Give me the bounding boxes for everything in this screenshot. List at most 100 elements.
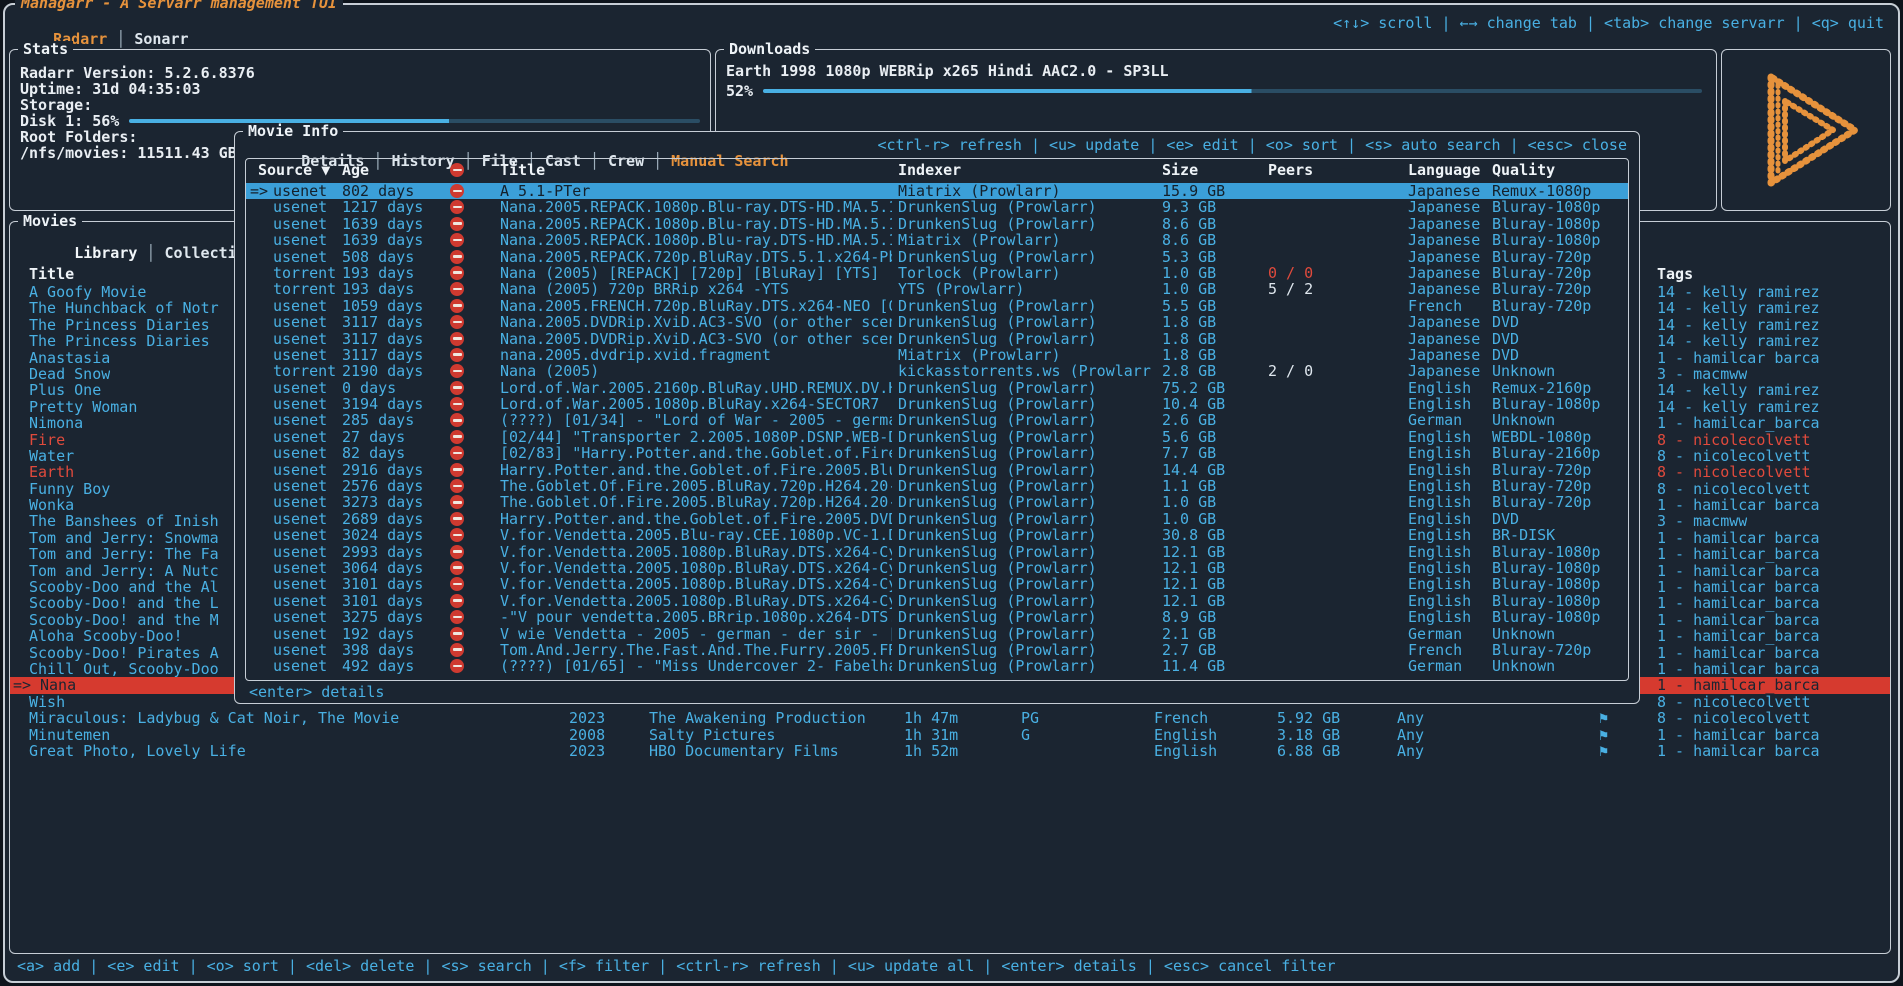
release-row[interactable]: usenet508 daysNana.2005.REPACK.720p.BluR… — [246, 249, 1628, 265]
release-row[interactable]: =>usenet802 daysA 5.1-PTerMiatrix (Prowl… — [246, 183, 1628, 199]
rejected-icon — [450, 495, 464, 509]
release-language: English — [1408, 527, 1471, 543]
release-row[interactable]: usenet192 daysV wie Vendetta - 2005 - ge… — [246, 626, 1628, 642]
column-title[interactable]: Title — [500, 162, 545, 178]
movie-title: Plus One — [29, 382, 101, 398]
release-row[interactable]: torrent193 daysNana (2005) [REPACK] [720… — [246, 265, 1628, 281]
column-indexer[interactable]: Indexer — [898, 162, 961, 178]
release-size: 5.3 GB — [1162, 249, 1216, 265]
column-quality[interactable]: Quality — [1492, 162, 1555, 178]
release-title: The.Goblet.Of.Fire.2005.BluRay.720p.H264… — [500, 478, 892, 494]
release-row[interactable]: usenet1639 daysNana.2005.REPACK.1080p.Bl… — [246, 232, 1628, 248]
release-row[interactable]: usenet1059 daysNana.2005.FRENCH.720p.Blu… — [246, 298, 1628, 314]
movie-tag: 3 - macmww — [1657, 513, 1747, 529]
movie-year: 2023 — [569, 710, 605, 726]
movie-title: The Princess Diaries — [29, 333, 210, 349]
release-row[interactable]: usenet285 days(????) [01/34] - "Lord of … — [246, 412, 1628, 428]
movie-title: Scooby-Doo and the Al — [29, 579, 219, 595]
release-row[interactable]: torrent2190 daysNana (2005)kickasstorren… — [246, 363, 1628, 379]
rejected-icon — [450, 217, 464, 231]
movie-title: Tom and Jerry: Snowma — [29, 530, 219, 546]
column-size[interactable]: Size — [1162, 162, 1198, 178]
release-row[interactable]: usenet3194 daysLord.of.War.2005.1080p.Bl… — [246, 396, 1628, 412]
release-title: V.for.Vendetta.2005.1080p.BluRay.DTS.x26… — [500, 560, 892, 576]
release-row[interactable]: usenet3117 daysNana.2005.DVDRip.XviD.AC3… — [246, 331, 1628, 347]
release-row[interactable]: usenet398 daysTom.And.Jerry.The.Fast.And… — [246, 642, 1628, 658]
column-language[interactable]: Language — [1408, 162, 1480, 178]
release-row[interactable]: usenet1639 daysNana.2005.REPACK.1080p.Bl… — [246, 216, 1628, 232]
monitored-flag-icon: ⚑ — [1599, 710, 1608, 726]
release-row[interactable]: usenet2576 daysThe.Goblet.Of.Fire.2005.B… — [246, 478, 1628, 494]
release-row[interactable]: usenet492 days(????) [01/65] - "Miss Und… — [246, 658, 1628, 674]
release-row[interactable]: usenet1217 daysNana.2005.REPACK.1080p.Bl… — [246, 199, 1628, 215]
release-title: Harry.Potter.and.the.Goblet.of.Fire.2005… — [500, 462, 892, 478]
download-progress-row: 52% — [726, 83, 1702, 99]
movie-language: English — [1154, 743, 1217, 759]
tab-library[interactable]: Library — [74, 244, 137, 262]
movie-title: Scooby-Doo! and the M — [29, 612, 219, 628]
column-age[interactable]: Age — [342, 162, 369, 178]
column-peers[interactable]: Peers — [1268, 162, 1313, 178]
release-row[interactable]: usenet3275 days-"V pour vendetta.2005.BR… — [246, 609, 1628, 625]
release-title: [02/83] "Harry.Potter.and.the.Goblet.of.… — [500, 445, 892, 461]
movie-tag: 14 - kelly ramirez — [1657, 382, 1820, 398]
release-title: [02/44] "Transporter 2.2005.1080P.DSNP.W… — [500, 429, 892, 445]
release-quality: Unknown — [1492, 626, 1555, 642]
release-title: Nana.2005.REPACK.1080p.Blu-ray.DTS-HD.MA… — [500, 232, 892, 248]
column-source[interactable]: Source ▼ — [258, 162, 330, 178]
release-source: usenet — [273, 331, 327, 347]
release-row[interactable]: usenet3101 daysV.for.Vendetta.2005.1080p… — [246, 576, 1628, 592]
release-age: 0 days — [342, 380, 396, 396]
release-indexer: DrunkenSlug (Prowlarr) — [898, 298, 1097, 314]
release-row[interactable]: usenet3273 daysThe.Goblet.Of.Fire.2005.B… — [246, 494, 1628, 510]
release-source: usenet — [273, 347, 327, 363]
release-quality: Bluray-720p — [1492, 265, 1591, 281]
movie-quality-profile: Any — [1397, 743, 1424, 759]
release-title: Nana.2005.DVDRip.XviD.AC3-SVO (or other … — [500, 331, 892, 347]
release-row[interactable]: usenet3117 daysnana.2005.dvdrip.xvid.fra… — [246, 347, 1628, 363]
movie-row[interactable]: Miraculous: Ladybug & Cat Noir, The Movi… — [10, 710, 1890, 726]
rejected-icon — [450, 413, 464, 427]
release-row[interactable]: usenet82 days[02/83] "Harry.Potter.and.t… — [246, 445, 1628, 461]
release-row[interactable]: usenet0 daysLord.of.War.2005.2160p.BluRa… — [246, 380, 1628, 396]
release-language: English — [1408, 560, 1471, 576]
release-quality: Bluray-1080p — [1492, 560, 1600, 576]
release-title: Harry.Potter.and.the.Goblet.of.Fire.2005… — [500, 511, 892, 527]
release-title: Tom.And.Jerry.The.Fast.And.The.Furry.200… — [500, 642, 892, 658]
release-row[interactable]: usenet27 days[02/44] "Transporter 2.2005… — [246, 429, 1628, 445]
release-size: 8.6 GB — [1162, 216, 1216, 232]
release-row[interactable]: usenet2916 daysHarry.Potter.and.the.Gobl… — [246, 462, 1628, 478]
release-row[interactable]: usenet2689 daysHarry.Potter.and.the.Gobl… — [246, 511, 1628, 527]
release-row[interactable]: usenet3024 daysV.for.Vendetta.2005.Blu-r… — [246, 527, 1628, 543]
movie-title: Funny Boy — [29, 481, 110, 497]
release-source: usenet — [273, 511, 327, 527]
release-row[interactable]: usenet3064 daysV.for.Vendetta.2005.1080p… — [246, 560, 1628, 576]
release-row[interactable]: usenet3101 daysV.for.Vendetta.2005.1080p… — [246, 593, 1628, 609]
release-title: A 5.1-PTer — [500, 183, 590, 199]
movie-tag: 8 - nicolecolvett — [1657, 448, 1811, 464]
movie-tag: 1 - hamilcar_barca — [1657, 661, 1820, 677]
tab-sonarr[interactable]: Sonarr — [134, 30, 188, 48]
release-quality: DVD — [1492, 331, 1519, 347]
movie-row[interactable]: Great Photo, Lovely Life2023HBO Document… — [10, 743, 1890, 759]
movie-row[interactable]: Minutemen2008Salty Pictures1h 31mGEnglis… — [10, 727, 1890, 743]
release-size: 1.0 GB — [1162, 511, 1216, 527]
release-row[interactable]: usenet2993 daysV.for.Vendetta.2005.1080p… — [246, 544, 1628, 560]
release-quality: Unknown — [1492, 412, 1555, 428]
release-source: torrent — [273, 281, 336, 297]
release-quality: Bluray-1080p — [1492, 576, 1600, 592]
details-keybinding: <enter> details — [249, 684, 384, 700]
release-language: German — [1408, 658, 1462, 674]
release-source: usenet — [273, 462, 327, 478]
movie-tag: 1 - hamilcar_barca — [1657, 612, 1820, 628]
release-row[interactable]: torrent193 daysNana (2005) 720p BRRip x2… — [246, 281, 1628, 297]
release-row[interactable]: usenet3117 daysNana.2005.DVDRip.XviD.AC3… — [246, 314, 1628, 330]
release-table-header: Source ▼ Age Title Indexer Size Peers La… — [246, 162, 1628, 180]
movie-tag: 8 - nicolecolvett — [1657, 481, 1811, 497]
rejected-icon — [450, 184, 464, 198]
movies-panel-title: Movies — [18, 213, 82, 229]
rejected-icon — [450, 233, 464, 247]
release-language: English — [1408, 396, 1471, 412]
movie-tag: 1 - hamilcar_barca — [1657, 350, 1820, 366]
movie-tag: 1 - hamilcar_barca — [1657, 595, 1820, 611]
